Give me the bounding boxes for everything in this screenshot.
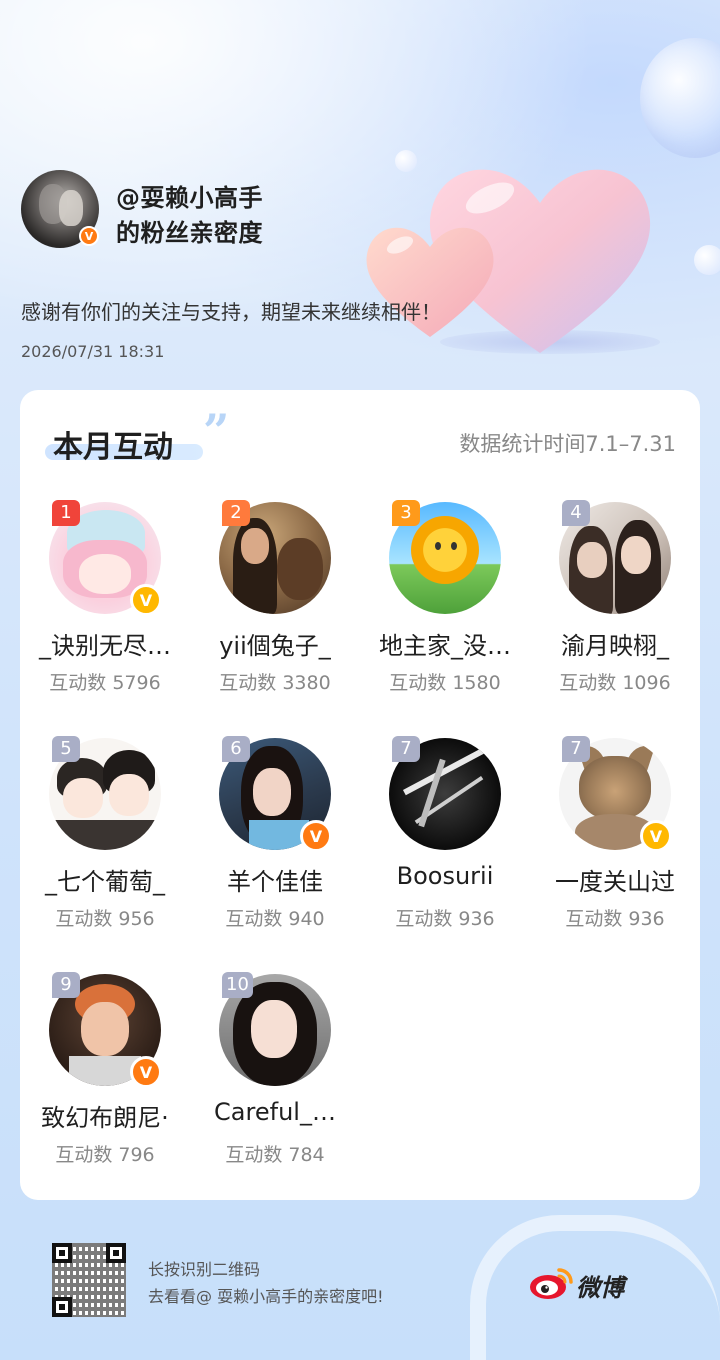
qr-invite-text: 去看看@ 耍赖小高手的亲密度吧! (148, 1287, 384, 1306)
decorative-bubble (640, 38, 720, 158)
rank-badge: 1 (52, 500, 80, 526)
fan-nickname[interactable]: Careful_… (190, 1098, 360, 1126)
verified-badge-icon: V (130, 1056, 162, 1088)
monthly-interaction-card: 本月互动 ” 数据统计时间7.1–7.31 1 V _诀别无尽… 互动数 579… (20, 390, 700, 1200)
thanks-message: 感谢有你们的关注与支持，期望未来继续相伴！ (21, 300, 441, 324)
interaction-count: 互动数 940 (225, 908, 325, 930)
fan-nickname[interactable]: 渝月映栩_ (530, 626, 700, 661)
interaction-count: 互动数 936 (565, 908, 665, 930)
rank-badge: 9 (52, 972, 80, 998)
interaction-count: 互动数 936 (395, 908, 495, 930)
page-title: 的粉丝亲密度 (116, 219, 263, 247)
rank-badge: 6 (222, 736, 250, 762)
interaction-count: 互动数 3380 (219, 672, 331, 694)
rank-badge: 4 (562, 500, 590, 526)
rank-badge: 3 (392, 500, 420, 526)
rank-badge: 10 (222, 972, 253, 998)
verified-badge-icon: V (79, 226, 99, 246)
weibo-logo-icon (530, 1268, 573, 1299)
fan-nickname[interactable]: 地主家_没… (360, 626, 530, 661)
verified-badge-icon: V (300, 820, 332, 852)
fan-item[interactable]: 1 V _诀别无尽… 互动数 5796 (20, 500, 190, 712)
fan-item[interactable]: 10 Careful_… 互动数 784 (190, 972, 360, 1184)
verified-badge-icon: V (130, 584, 162, 616)
fan-item[interactable]: 7 V 一度关山过 互动数 936 (530, 736, 700, 948)
interaction-count: 互动数 1096 (559, 672, 671, 694)
interaction-count: 互动数 784 (225, 1144, 325, 1166)
quote-mark-icon: ” (203, 404, 230, 458)
fan-item[interactable]: 2 yii個兔子_ 互动数 3380 (190, 500, 360, 712)
interaction-count: 互动数 956 (55, 908, 155, 930)
decorative-bubble (694, 245, 720, 275)
fan-item[interactable]: 6 V 羊个佳佳 互动数 940 (190, 736, 360, 948)
fan-item[interactable]: 9 V 致幻布朗尼· 互动数 796 (20, 972, 190, 1184)
generated-datetime: 2026/07/31 18:31 (21, 342, 165, 361)
fan-item[interactable]: 3 地主家_没… 互动数 1580 (360, 500, 530, 712)
fan-nickname[interactable]: Boosurii (360, 862, 530, 890)
fan-item[interactable]: 7 Boosurii 互动数 936 (360, 736, 530, 948)
rank-badge: 7 (392, 736, 420, 762)
fan-item[interactable]: 5 _七个葡萄_ 互动数 956 (20, 736, 190, 948)
fan-nickname[interactable]: _七个葡萄_ (20, 862, 190, 897)
interaction-count: 互动数 5796 (49, 672, 161, 694)
qr-code[interactable] (52, 1243, 126, 1317)
fan-nickname[interactable]: 一度关山过 (530, 862, 700, 897)
interaction-count: 互动数 796 (55, 1144, 155, 1166)
card-title: 本月互动 (53, 430, 173, 465)
decorative-bubble (395, 150, 417, 172)
rank-badge: 7 (562, 736, 590, 762)
fan-nickname[interactable]: 羊个佳佳 (190, 862, 360, 897)
username-heading[interactable]: @耍赖小高手 (116, 178, 263, 213)
rank-badge: 5 (52, 736, 80, 762)
weibo-brand-text: 微博 (576, 1274, 624, 1302)
fan-nickname[interactable]: 致幻布朗尼· (20, 1098, 190, 1133)
stat-period: 数据统计时间7.1–7.31 (459, 432, 676, 456)
fan-item[interactable]: 4 渝月映栩_ 互动数 1096 (530, 500, 700, 712)
verified-badge-icon: V (640, 820, 672, 852)
interaction-count: 互动数 1580 (389, 672, 501, 694)
fan-nickname[interactable]: yii個兔子_ (190, 626, 360, 661)
fan-nickname[interactable]: _诀别无尽… (20, 626, 190, 661)
rank-badge: 2 (222, 500, 250, 526)
qr-hint: 长按识别二维码 (148, 1260, 261, 1279)
